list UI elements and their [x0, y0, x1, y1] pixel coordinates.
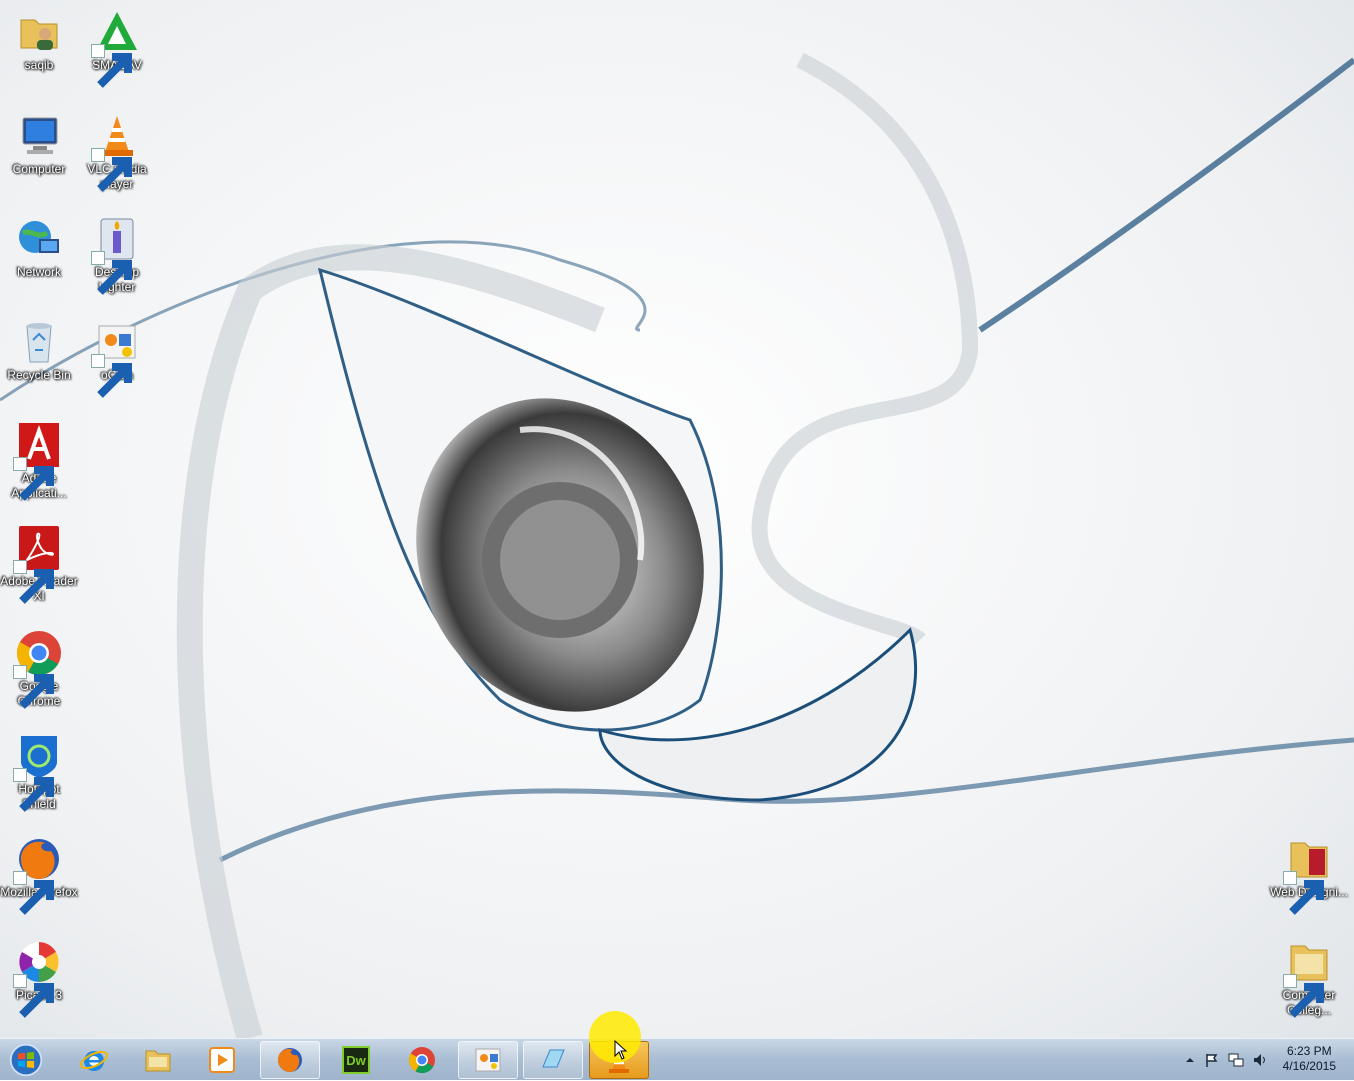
- chrome-icon: [13, 629, 63, 709]
- desktop-icon-ocam[interactable]: oCam: [78, 318, 156, 398]
- mouse-cursor-icon: [614, 1040, 628, 1060]
- taskbar-media-player[interactable]: [192, 1041, 252, 1079]
- desktop-icon-recycle-bin[interactable]: Recycle Bin: [0, 318, 78, 383]
- desktop: saqib SMADAV Computer VLC media player N…: [0, 0, 1354, 1038]
- system-tray: 6:23 PM 4/16/2015: [1154, 1039, 1354, 1081]
- shortcut-arrow-icon: [91, 148, 132, 192]
- explorer-folder-icon: [145, 1050, 171, 1072]
- desktop-icon-adobe-reader[interactable]: Adobe Reader XI: [0, 524, 78, 604]
- taskbar-ie[interactable]: [64, 1041, 124, 1079]
- desktop-icon-computer-college[interactable]: Computer Colleg...: [1270, 938, 1348, 1018]
- taskbar-ocam[interactable]: [458, 1041, 518, 1079]
- icon-label: Computer: [12, 162, 66, 176]
- recycle-bin-icon: [15, 318, 63, 366]
- clock[interactable]: 6:23 PM 4/16/2015: [1283, 1044, 1336, 1074]
- clock-time: 6:23 PM: [1286, 1044, 1332, 1058]
- ocam-icon: [91, 318, 141, 398]
- shortcut-arrow-icon: [1283, 871, 1324, 915]
- desktop-icon-adobe-applications[interactable]: Adobe Applicati...: [0, 421, 78, 501]
- shortcut-arrow-icon: [91, 354, 132, 398]
- desktop-icon-hotspot-shield[interactable]: Hotspot Shield: [0, 732, 78, 812]
- icon-label: saqib: [24, 58, 54, 72]
- shortcut-arrow-icon: [13, 457, 54, 501]
- desktop-icon-picasa[interactable]: Picasa 3: [0, 938, 78, 1018]
- desktop-lighter-icon: [91, 215, 141, 295]
- firefox-icon: [278, 1048, 302, 1072]
- folder-icon: [1283, 938, 1333, 1018]
- desktop-icon-smadav[interactable]: SMADAV: [78, 8, 156, 88]
- desktop-icon-desktop-lighter[interactable]: Desktop Lighter: [78, 215, 156, 295]
- shortcut-arrow-icon: [13, 871, 54, 915]
- picasa-icon: [13, 938, 63, 1018]
- taskbar-dreamweaver[interactable]: Dw: [326, 1041, 386, 1079]
- icon-label: Network: [16, 265, 61, 279]
- desktop-icon-vlc[interactable]: VLC media player: [78, 112, 156, 192]
- adobe-icon: [13, 421, 63, 501]
- smadav-icon: [91, 8, 141, 88]
- folder-icon: [1283, 835, 1333, 915]
- user-folder-icon: [15, 8, 63, 56]
- action-center-flag-icon[interactable]: [1204, 1052, 1220, 1068]
- wallpaper: [0, 0, 1354, 1038]
- chrome-icon: [408, 1047, 435, 1074]
- icon-label: Recycle Bin: [7, 368, 71, 382]
- network-status-icon[interactable]: [1228, 1052, 1244, 1068]
- desktop-icon-web-designing[interactable]: Web Designi...: [1270, 835, 1348, 915]
- taskbar-chrome[interactable]: [392, 1041, 452, 1079]
- lighter-icon: [542, 1049, 565, 1068]
- firefox-icon: [13, 835, 63, 915]
- shortcut-arrow-icon: [13, 665, 54, 709]
- shortcut-arrow-icon: [91, 44, 132, 88]
- windows-orb-icon: [9, 1043, 43, 1077]
- media-player-icon: [209, 1047, 235, 1073]
- desktop-icon-network[interactable]: Network: [0, 215, 78, 280]
- start-button[interactable]: [6, 1042, 46, 1078]
- hotspot-shield-icon: [13, 732, 63, 812]
- computer-icon: [15, 112, 63, 160]
- taskbar-firefox[interactable]: [260, 1041, 320, 1079]
- desktop-icon-computer[interactable]: Computer: [0, 112, 78, 177]
- ocam-icon: [475, 1048, 501, 1072]
- taskbar-desktop-lighter[interactable]: [523, 1041, 583, 1079]
- desktop-icon-saqib[interactable]: saqib: [0, 8, 78, 73]
- shortcut-arrow-icon: [91, 251, 132, 295]
- vlc-icon: [91, 112, 141, 192]
- clock-date: 4/16/2015: [1282, 1059, 1336, 1073]
- shortcut-arrow-icon: [1283, 974, 1324, 1018]
- show-hidden-icons-icon[interactable]: [1182, 1052, 1198, 1068]
- volume-icon[interactable]: [1252, 1052, 1268, 1068]
- shortcut-arrow-icon: [13, 768, 54, 812]
- adobe-reader-icon: [13, 524, 63, 604]
- taskbar-explorer[interactable]: [128, 1041, 188, 1079]
- dreamweaver-label: Dw: [346, 1053, 366, 1068]
- dreamweaver-icon: Dw: [342, 1046, 370, 1074]
- network-icon: [15, 215, 63, 263]
- shortcut-arrow-icon: [13, 974, 54, 1018]
- ie-icon: [80, 1050, 108, 1071]
- shortcut-arrow-icon: [13, 560, 54, 604]
- taskbar: Dw 6:23 PM 4/16/2015: [0, 1038, 1354, 1080]
- desktop-icon-mozilla-firefox[interactable]: Mozilla Firefox: [0, 835, 78, 915]
- desktop-icon-google-chrome[interactable]: Google Chrome: [0, 629, 78, 709]
